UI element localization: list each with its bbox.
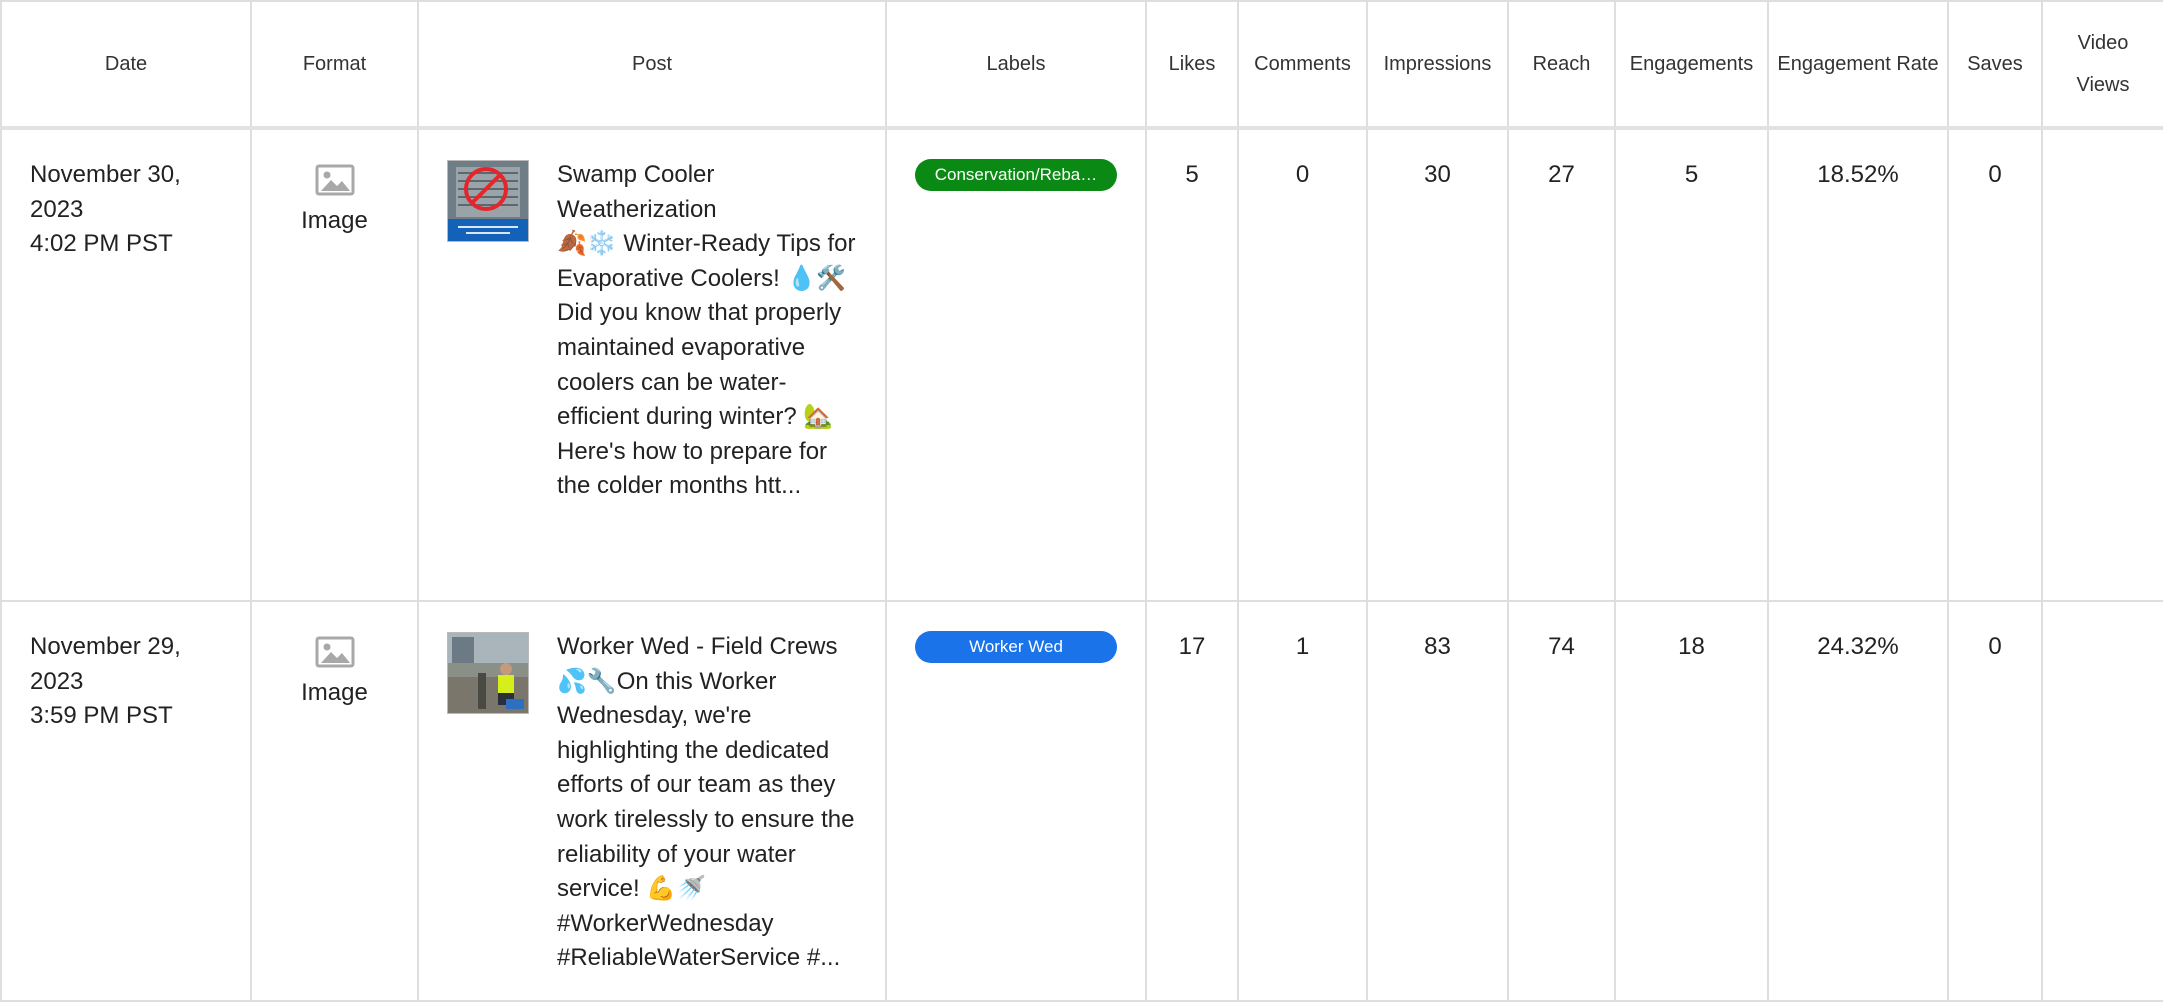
- format-cell: Image: [250, 600, 419, 1002]
- table-header-row: Date Format Post Labels Likes Comments I…: [0, 0, 2163, 129]
- comments-value: 0: [1237, 127, 1368, 602]
- labels-cell: Conservation/Reba…: [885, 127, 1147, 602]
- post-caption: Worker Wed - Field Crews 💦🔧On this Worke…: [557, 633, 862, 972]
- column-header-post[interactable]: Post: [417, 0, 887, 129]
- post-thumbnail[interactable]: [447, 632, 529, 714]
- impressions-value: 83: [1366, 600, 1509, 1002]
- column-header-date[interactable]: Date: [0, 0, 252, 129]
- post-cell[interactable]: Worker Wed - Field Crews 💦🔧On this Worke…: [417, 600, 887, 1002]
- likes-value: 5: [1145, 127, 1239, 602]
- labels-cell: Worker Wed: [885, 600, 1147, 1002]
- reach-value: 74: [1507, 600, 1616, 1002]
- video-views-value: [2041, 127, 2163, 602]
- table-row[interactable]: November 29, 2023 3:59 PM PST Image Work…: [0, 600, 2163, 1002]
- post-thumbnail[interactable]: [447, 160, 529, 242]
- likes-value: 17: [1145, 600, 1239, 1002]
- post-cell[interactable]: Swamp Cooler Weatherization 🍂❄️ Winter-R…: [417, 127, 887, 602]
- post-time: 3:59 PM PST: [30, 702, 173, 730]
- engagement-rate-value: 24.32%: [1767, 600, 1949, 1002]
- post-date: November 30, 2023: [30, 161, 181, 223]
- video-views-value: [2041, 600, 2163, 1002]
- table-row[interactable]: November 30, 2023 4:02 PM PST Image Swam…: [0, 127, 2163, 602]
- post-caption: Swamp Cooler Weatherization 🍂❄️ Winter-R…: [557, 161, 856, 500]
- format-label: Image: [301, 207, 368, 234]
- date-cell: November 29, 2023 3:59 PM PST: [0, 600, 252, 1002]
- label-tag[interactable]: Conservation/Reba…: [915, 159, 1117, 191]
- column-header-engagements[interactable]: Engagements: [1614, 0, 1769, 129]
- post-time: 4:02 PM PST: [30, 230, 173, 258]
- date-cell: November 30, 2023 4:02 PM PST: [0, 127, 252, 602]
- column-header-video-views[interactable]: Video Views: [2041, 0, 2163, 129]
- column-header-labels[interactable]: Labels: [885, 0, 1147, 129]
- post-performance-table: Date Format Post Labels Likes Comments I…: [0, 0, 2163, 1002]
- label-tag[interactable]: Worker Wed: [915, 631, 1117, 663]
- image-icon: [315, 164, 354, 196]
- column-header-likes[interactable]: Likes: [1145, 0, 1239, 129]
- engagements-value: 18: [1614, 600, 1769, 1002]
- saves-value: 0: [1947, 127, 2043, 602]
- impressions-value: 30: [1366, 127, 1509, 602]
- saves-value: 0: [1947, 600, 2043, 1002]
- format-label: Image: [301, 679, 368, 706]
- engagement-rate-value: 18.52%: [1767, 127, 1949, 602]
- swamp-cooler-thumbnail-image: [448, 161, 528, 241]
- column-header-reach[interactable]: Reach: [1507, 0, 1616, 129]
- column-header-comments[interactable]: Comments: [1237, 0, 1368, 129]
- comments-value: 1: [1237, 600, 1368, 1002]
- column-header-format[interactable]: Format: [250, 0, 419, 129]
- reach-value: 27: [1507, 127, 1616, 602]
- column-header-saves[interactable]: Saves: [1947, 0, 2043, 129]
- field-crew-thumbnail-image: [448, 633, 528, 713]
- image-icon: [315, 636, 354, 668]
- engagements-value: 5: [1614, 127, 1769, 602]
- post-date: November 29, 2023: [30, 633, 181, 695]
- column-header-engagement-rate[interactable]: Engagement Rate: [1767, 0, 1949, 129]
- column-header-impressions[interactable]: Impressions: [1366, 0, 1509, 129]
- format-cell: Image: [250, 127, 419, 602]
